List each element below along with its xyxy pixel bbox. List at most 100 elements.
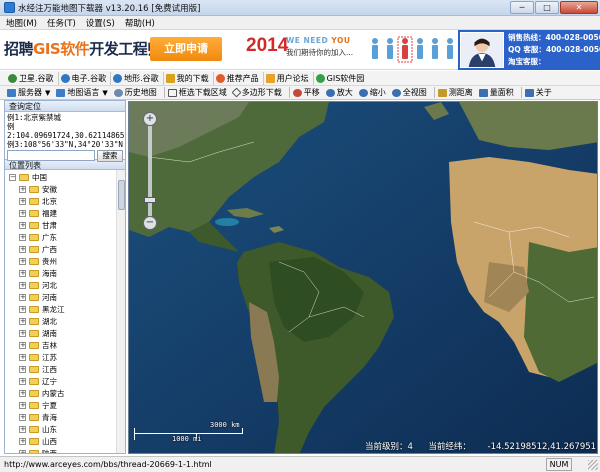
tree-item[interactable]: + 山西 <box>5 435 117 447</box>
zoom-slider[interactable]: + − <box>141 112 159 230</box>
select-rect-download-button[interactable]: 框选下载区域 <box>167 87 232 99</box>
folder-icon <box>165 73 175 83</box>
about-button[interactable]: 关于 <box>524 87 557 99</box>
left-panel: 查询定位 例1:北京紫禁城 例2:104.09691724,30.6211486… <box>4 100 126 454</box>
tree-item[interactable]: + 江苏 <box>5 351 117 363</box>
tree-item[interactable]: + 宁夏 <box>5 399 117 411</box>
tree-item[interactable]: + 海南 <box>5 267 117 279</box>
expand-icon[interactable]: + <box>19 209 26 217</box>
globe-icon <box>8 73 17 83</box>
server-dropdown[interactable]: 服务器 ▼ <box>6 87 55 99</box>
polygon-download-button[interactable]: 多边形下载 <box>231 87 287 99</box>
tree-root[interactable]: − 中国 <box>5 171 117 183</box>
expand-icon[interactable]: + <box>19 413 26 421</box>
fullview-icon <box>391 88 401 97</box>
tree-item[interactable]: + 江西 <box>5 363 117 375</box>
menu-map[interactable]: 地图(M) <box>6 17 37 29</box>
expand-icon[interactable]: + <box>19 341 26 349</box>
menu-task[interactable]: 任务(T) <box>47 17 76 29</box>
my-downloads-button[interactable]: 我的下载 <box>164 71 214 85</box>
tree-scrollbar[interactable] <box>116 170 125 453</box>
tree-item[interactable]: + 广西 <box>5 243 117 255</box>
expand-icon[interactable]: + <box>19 185 26 193</box>
measure-area-button[interactable]: 量面积 <box>478 87 519 99</box>
expand-icon[interactable]: + <box>19 425 26 433</box>
window-title: 水经注万能地图下载器 v13.20.16 [免费试用版] <box>18 3 201 14</box>
recommended-products-button[interactable]: 推荐产品 <box>214 71 264 85</box>
status-url[interactable]: http://www.arceyes.com/bbs/thread-20669-… <box>4 460 212 469</box>
zoom-minus-icon[interactable]: − <box>143 216 157 230</box>
tree-item[interactable]: + 贵州 <box>5 255 117 267</box>
tree-item-label: 山东 <box>42 424 57 434</box>
tree-item[interactable]: + 福建 <box>5 207 117 219</box>
tree-item[interactable]: + 河南 <box>5 291 117 303</box>
scrollbar-thumb[interactable] <box>118 180 125 210</box>
tree-item[interactable]: + 广东 <box>5 231 117 243</box>
expand-icon[interactable]: + <box>19 437 26 445</box>
maximize-button[interactable]: □ <box>535 1 559 14</box>
history-map-button[interactable]: 历史地图 <box>113 87 162 99</box>
tree-item[interactable]: + 湖南 <box>5 327 117 339</box>
zoom-handle[interactable] <box>144 197 156 203</box>
expand-icon[interactable]: + <box>19 269 26 277</box>
tree-item[interactable]: + 甘肃 <box>5 219 117 231</box>
measure-distance-button[interactable]: 测距离 <box>437 87 478 99</box>
tree-item[interactable]: + 吉林 <box>5 339 117 351</box>
expand-icon[interactable]: + <box>19 389 26 397</box>
map-language-dropdown[interactable]: 地图语言 ▼ <box>55 87 112 99</box>
expand-icon[interactable]: + <box>19 197 26 205</box>
menu-settings[interactable]: 设置(S) <box>86 17 115 29</box>
expand-icon[interactable]: + <box>19 281 26 289</box>
tree-item[interactable]: + 湖北 <box>5 315 117 327</box>
minimize-button[interactable]: ─ <box>510 1 534 14</box>
tree-item[interactable]: + 山东 <box>5 423 117 435</box>
toolbar-divider <box>288 87 290 98</box>
title-bar: 水经注万能地图下载器 v13.20.16 [免费试用版] ─ □ ✕ <box>0 0 600 16</box>
expand-icon[interactable]: + <box>19 221 26 229</box>
expand-icon[interactable]: + <box>19 305 26 313</box>
menu-help[interactable]: 帮助(H) <box>125 17 155 29</box>
full-view-button[interactable]: 全视图 <box>391 87 432 99</box>
satellite-google-button[interactable]: 卫星.谷歌 <box>6 71 59 85</box>
expand-icon[interactable]: + <box>19 317 26 325</box>
tree-item[interactable]: + 河北 <box>5 279 117 291</box>
zoom-plus-icon[interactable]: + <box>143 112 157 126</box>
pan-button[interactable]: 平移 <box>292 87 325 99</box>
collapse-icon[interactable]: − <box>9 173 16 181</box>
zoom-out-button[interactable]: 缩小 <box>358 87 391 99</box>
gis-park-button[interactable]: GIS软件园 <box>314 72 369 85</box>
tree-item-label: 河北 <box>42 280 57 290</box>
tree-item[interactable]: + 北京 <box>5 195 117 207</box>
map-view[interactable]: + − 3000 km 1000 mi 当前级别：4 当前经纬： -14.521… <box>128 101 598 454</box>
expand-icon[interactable]: + <box>19 233 26 241</box>
close-button[interactable]: ✕ <box>560 1 598 14</box>
expand-icon[interactable]: + <box>19 329 26 337</box>
banner-ad[interactable]: 招聘GIS软件开发工程师 立即申请 2014 WE NEED YOU 我们期待你… <box>0 30 600 70</box>
zoom-out-icon <box>358 88 368 97</box>
expand-icon[interactable]: + <box>19 293 26 301</box>
banner-year: 2014 <box>246 35 289 56</box>
expand-icon[interactable]: + <box>19 257 26 265</box>
banner-we-need: WE NEED YOU <box>286 36 351 45</box>
terrain-google-button[interactable]: 地形.谷歌 <box>111 71 164 85</box>
tree-item-label: 甘肃 <box>42 220 57 230</box>
toolbar-divider <box>520 87 522 98</box>
apply-button[interactable]: 立即申请 <box>150 37 222 61</box>
tree-item[interactable]: + 青海 <box>5 411 117 423</box>
expand-icon[interactable]: + <box>19 377 26 385</box>
electronic-google-button[interactable]: 电子.谷歌 <box>59 71 112 85</box>
user-forum-button[interactable]: 用户论坛 <box>264 71 314 85</box>
zoom-in-button[interactable]: 放大 <box>325 87 358 99</box>
resize-grip[interactable] <box>588 460 598 470</box>
expand-icon[interactable]: + <box>19 449 26 453</box>
tree-item[interactable]: + 陕西 <box>5 447 117 453</box>
tree-item[interactable]: + 黑龙江 <box>5 303 117 315</box>
tree-item[interactable]: + 安徽 <box>5 183 117 195</box>
expand-icon[interactable]: + <box>19 365 26 373</box>
search-button[interactable]: 搜索 <box>97 150 123 162</box>
tree-item[interactable]: + 辽宁 <box>5 375 117 387</box>
expand-icon[interactable]: + <box>19 401 26 409</box>
expand-icon[interactable]: + <box>19 353 26 361</box>
expand-icon[interactable]: + <box>19 245 26 253</box>
tree-item[interactable]: + 内蒙古 <box>5 387 117 399</box>
